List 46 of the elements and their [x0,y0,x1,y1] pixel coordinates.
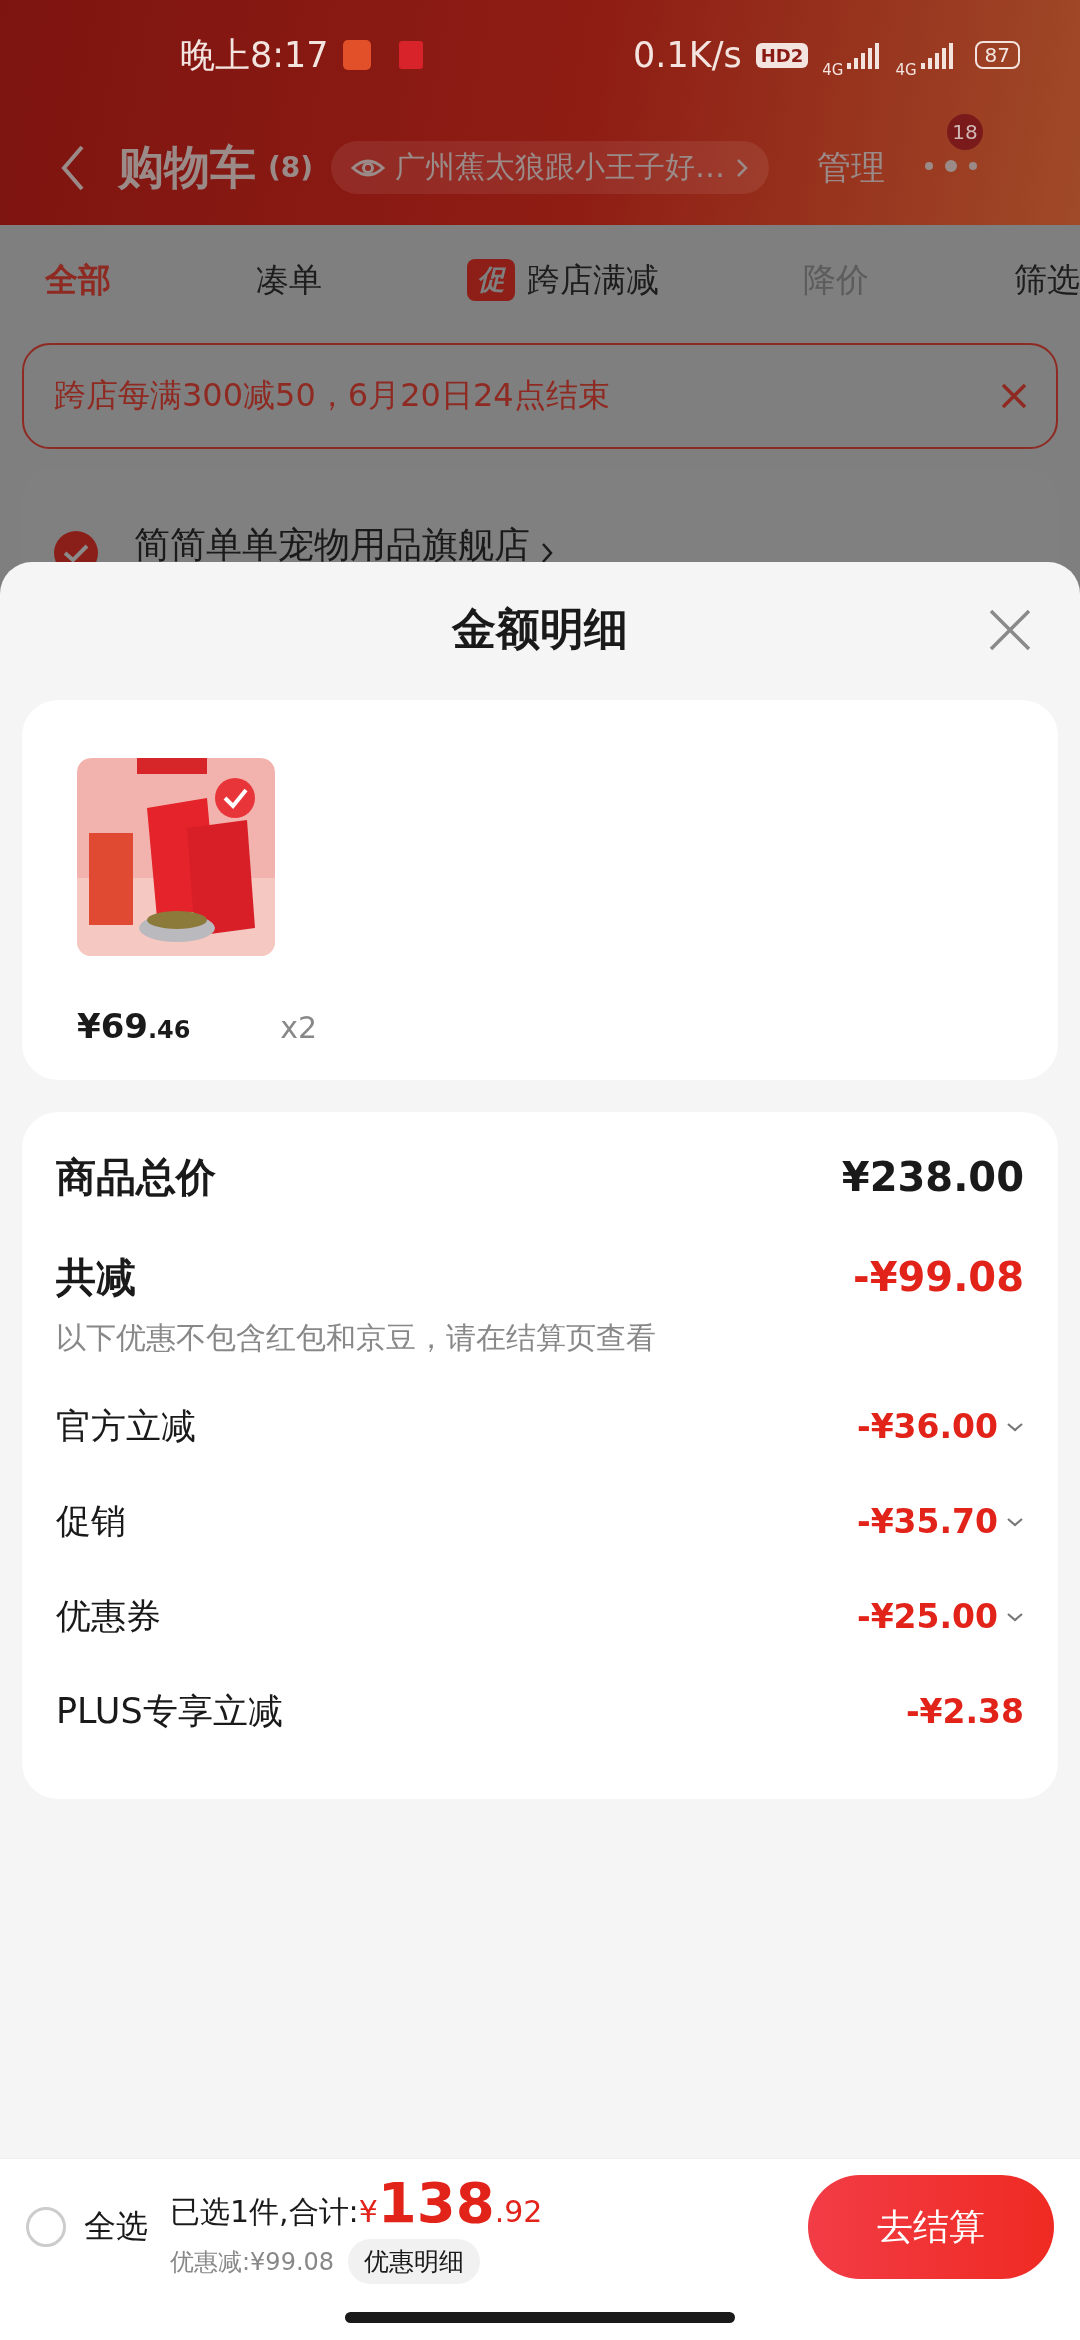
signal-icon [920,41,955,69]
sheet-title: 金额明细 [452,601,628,656]
network-label: 4G [822,61,844,79]
notification-badge: 18 [947,113,984,150]
discount-line-label: 优惠券 [56,1595,161,1638]
status-time: 晚上8:17 [180,33,329,77]
discount-line-label: PLUS专享立减 [56,1690,283,1733]
discount-value: -¥99.08 [853,1254,1024,1300]
total-price: ¥138.92 [358,2170,543,2235]
chevron-right-icon [735,156,750,179]
discount-label: 共减 [56,1252,136,1302]
discount-line-value: -¥25.00 [856,1597,998,1636]
discount-line-label: 促销 [56,1500,126,1543]
discount-line-value: -¥36.00 [856,1407,998,1446]
total-label: 商品总价 [56,1152,216,1202]
page-title: 购物车 [118,138,256,196]
filter-tab[interactable]: 促 跨店满减 [466,257,659,303]
item-price: ¥69.46 [77,1006,191,1046]
discount-note: 以下优惠不包含红包和京豆，请在结算页查看 [56,1319,657,1357]
filter-tab[interactable]: 凑单 [255,257,322,303]
network-speed: 0.1K/s [633,35,742,75]
promo-text: 跨店每满300减50，6月20日24点结束 [54,375,610,416]
selected-summary: 已选1件,合计: [170,2193,359,2231]
discount-line-label: 官方立减 [56,1405,196,1448]
total-value: ¥238.00 [841,1154,1024,1200]
chevron-down-icon[interactable] [1006,1421,1024,1432]
select-all-checkbox[interactable] [26,2207,66,2247]
chevron-down-icon[interactable] [1006,1611,1024,1622]
battery-icon: 87 [974,41,1020,69]
hd-badge: HD2 [755,42,809,68]
item-quantity: x2 [280,1010,317,1045]
discount-detail-button[interactable]: 优惠明细 [348,2239,481,2284]
chevron-right-icon[interactable] [540,541,554,565]
signal-icon [847,41,882,69]
select-all-label[interactable]: 全选 [84,2205,148,2249]
manage-button[interactable]: 管理 [811,143,892,192]
discount-line-value: -¥35.70 [856,1502,998,1541]
cart-count: (8) [268,151,314,184]
chevron-down-icon[interactable] [1006,1516,1024,1527]
location-chip[interactable]: 广州蕉太狼跟小王子好… [331,141,770,194]
checkout-button[interactable]: 去结算 [808,2175,1054,2279]
filter-tab[interactable]: 筛选 [1014,257,1080,303]
discount-line-value: -¥2.38 [905,1692,1024,1731]
close-icon[interactable] [988,608,1032,652]
saved-amount: 优惠减:¥99.08 [170,2246,335,2278]
network-label: 4G [895,61,917,79]
